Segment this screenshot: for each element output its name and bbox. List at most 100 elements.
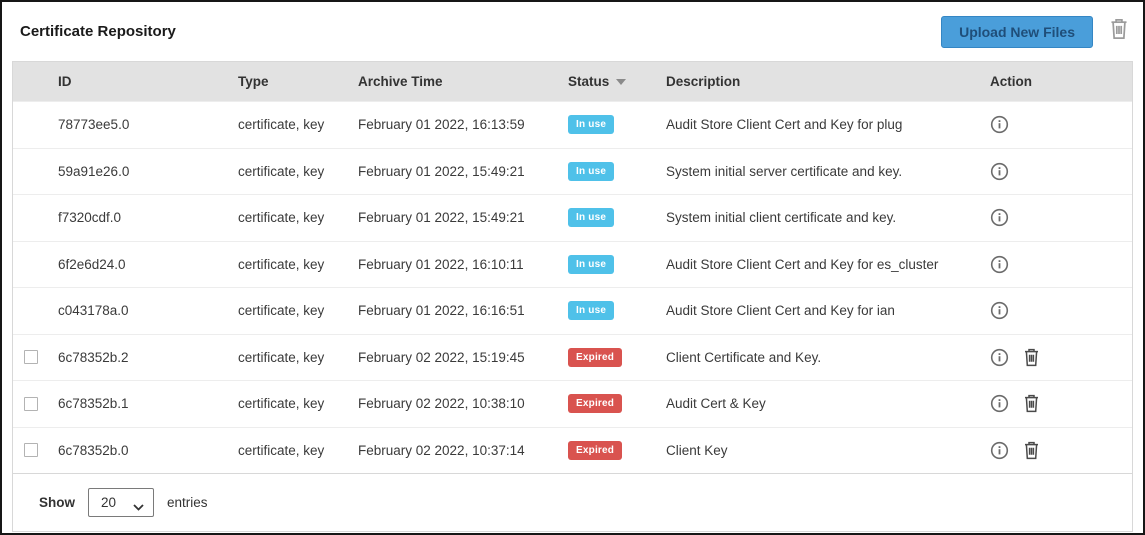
- cell-id: 59a91e26.0: [58, 163, 130, 179]
- info-icon[interactable]: [990, 441, 1009, 460]
- cell-archive-time: February 01 2022, 16:16:51: [358, 303, 525, 319]
- info-icon[interactable]: [990, 255, 1009, 274]
- table-row: 6f2e6d24.0 certificate, key February 01 20…: [13, 240, 1132, 287]
- status-badge: In use: [568, 301, 615, 321]
- cell-id: f7320cdf.0: [58, 210, 122, 226]
- cell-action: [982, 301, 1132, 320]
- cell-type: certificate, key: [238, 117, 325, 133]
- table-row: 6c78352b.1 certificate, key February 02 20…: [13, 380, 1132, 427]
- cell-id: 6c78352b.1: [58, 396, 129, 412]
- row-checkbox[interactable]: [23, 396, 38, 411]
- cell-action: [982, 208, 1132, 227]
- cell-description: System initial client certificate and ke…: [666, 210, 897, 226]
- upload-new-files-button[interactable]: Upload New Files: [941, 15, 1093, 48]
- trash-icon[interactable]: [1023, 441, 1040, 460]
- info-icon[interactable]: [990, 348, 1009, 367]
- status-badge: Expired: [568, 394, 623, 414]
- status-badge: Expired: [568, 347, 623, 367]
- table-row: c043178a.0 certificate, key February 01 20…: [13, 287, 1132, 334]
- column-header-id: ID: [58, 74, 72, 89]
- table-row: f7320cdf.0 certificate, key February 01 20…: [13, 194, 1132, 241]
- cell-description: System initial server certificate and ke…: [666, 163, 903, 179]
- status-badge: In use: [568, 208, 615, 228]
- status-badge: Expired: [568, 440, 623, 460]
- cell-id: 78773ee5.0: [58, 117, 130, 133]
- sort-desc-icon: [616, 78, 627, 85]
- cell-action: [982, 255, 1132, 274]
- table-footer: Show 20 entries: [13, 473, 1132, 531]
- column-header-status[interactable]: Status: [558, 74, 656, 89]
- entries-label: entries: [167, 495, 208, 510]
- trash-icon[interactable]: [1023, 394, 1040, 413]
- trash-icon[interactable]: [1023, 348, 1040, 367]
- cell-archive-time: February 02 2022, 10:38:10: [358, 396, 525, 412]
- cell-status: In use: [558, 208, 656, 228]
- cell-action: [982, 115, 1132, 134]
- status-badge: In use: [568, 161, 615, 181]
- info-icon[interactable]: [990, 394, 1009, 413]
- cell-description: Client Key: [666, 442, 728, 458]
- table-row: 6c78352b.2 certificate, key February 02 20…: [13, 333, 1132, 380]
- status-badge: In use: [568, 254, 615, 274]
- cell-action: [982, 394, 1132, 413]
- title-actions: Upload New Files: [941, 15, 1129, 48]
- cell-action: [982, 441, 1132, 460]
- entries-select[interactable]: 20: [88, 488, 154, 517]
- certificate-table: ID Type Archive Time Status Description …: [12, 61, 1133, 532]
- row-checkbox[interactable]: [23, 350, 38, 365]
- cell-type: certificate, key: [238, 210, 325, 226]
- info-icon[interactable]: [990, 301, 1009, 320]
- cell-description: Client Certificate and Key.: [666, 349, 822, 365]
- trash-icon: [1109, 18, 1129, 45]
- info-icon[interactable]: [990, 115, 1009, 134]
- cell-status: In use: [558, 161, 656, 181]
- cell-action: [982, 162, 1132, 181]
- cell-type: certificate, key: [238, 396, 325, 412]
- cell-description: Audit Cert & Key: [666, 396, 766, 412]
- column-header-type: Type: [238, 74, 269, 89]
- cell-id: 6f2e6d24.0: [58, 256, 126, 272]
- column-header-description: Description: [666, 74, 741, 89]
- cell-status: Expired: [558, 440, 656, 460]
- row-checkbox-cell: [13, 396, 48, 411]
- row-checkbox-cell: [13, 350, 48, 365]
- cell-archive-time: February 01 2022, 16:10:11: [358, 256, 524, 272]
- cell-status: Expired: [558, 394, 656, 414]
- cell-id: 6c78352b.2: [58, 349, 129, 365]
- cell-id: 6c78352b.0: [58, 442, 129, 458]
- row-checkbox[interactable]: [23, 443, 38, 458]
- cell-id: c043178a.0: [58, 303, 129, 319]
- cell-type: certificate, key: [238, 442, 325, 458]
- cell-archive-time: February 01 2022, 16:13:59: [358, 117, 525, 133]
- cell-archive-time: February 01 2022, 15:49:21: [358, 163, 525, 179]
- cell-status: Expired: [558, 347, 656, 367]
- table-header-row: ID Type Archive Time Status Description …: [13, 62, 1132, 101]
- cell-archive-time: February 02 2022, 10:37:14: [358, 442, 525, 458]
- cell-archive-time: February 02 2022, 15:19:45: [358, 349, 525, 365]
- cell-status: In use: [558, 115, 656, 135]
- cell-type: certificate, key: [238, 303, 325, 319]
- page-title: Certificate Repository: [20, 23, 176, 40]
- cell-description: Audit Store Client Cert and Key for es_c…: [666, 256, 939, 272]
- cell-type: certificate, key: [238, 163, 325, 179]
- info-icon[interactable]: [990, 208, 1009, 227]
- cell-type: certificate, key: [238, 349, 325, 365]
- row-checkbox-cell: [13, 443, 48, 458]
- cell-type: certificate, key: [238, 256, 325, 272]
- cell-description: Audit Store Client Cert and Key for ian: [666, 303, 895, 319]
- cell-status: In use: [558, 301, 656, 321]
- panel-header: Certificate Repository Upload New Files: [2, 2, 1143, 61]
- status-badge: In use: [568, 115, 615, 135]
- show-label: Show: [39, 495, 75, 510]
- column-header-action: Action: [990, 74, 1032, 89]
- table-body: 78773ee5.0 certificate, key February 01 20…: [13, 101, 1132, 473]
- cell-action: [982, 348, 1132, 367]
- table-row: 6c78352b.0 certificate, key February 02 20…: [13, 426, 1132, 473]
- table-row: 78773ee5.0 certificate, key February 01 20…: [13, 101, 1132, 148]
- cell-archive-time: February 01 2022, 15:49:21: [358, 210, 525, 226]
- info-icon[interactable]: [990, 162, 1009, 181]
- delete-selected-button[interactable]: [1109, 18, 1129, 45]
- cell-status: In use: [558, 254, 656, 274]
- entries-select-wrap: 20: [88, 488, 154, 517]
- cell-description: Audit Store Client Cert and Key for plug: [666, 117, 903, 133]
